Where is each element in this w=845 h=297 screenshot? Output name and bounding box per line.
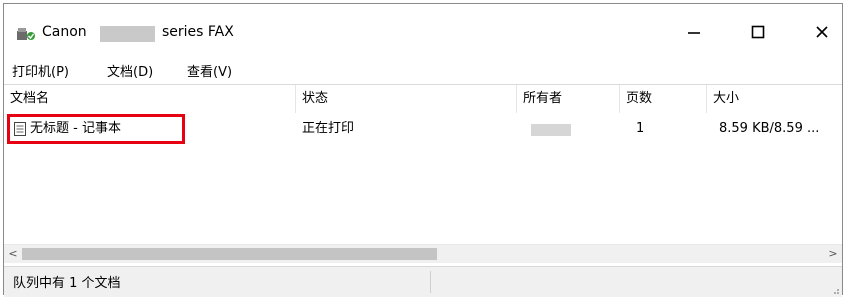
- resize-grip-icon[interactable]: [830, 285, 840, 295]
- column-header-size[interactable]: 大小: [707, 85, 842, 113]
- document-size: 8.59 KB/8.59 ...: [719, 121, 820, 136]
- status-divider: [430, 271, 431, 293]
- redacted-model-name: [100, 26, 155, 42]
- column-header-document-name[interactable]: 文档名: [4, 85, 296, 113]
- table-row[interactable]: 无标题 - 记事本 正在打印 1 8.59 KB/8.59 ...: [4, 114, 842, 144]
- maximize-button[interactable]: [735, 12, 781, 52]
- status-bar: 队列中有 1 个文档: [4, 266, 842, 297]
- horizontal-scrollbar[interactable]: < >: [4, 244, 842, 263]
- printer-queue-window: Canon series FAX 打印机(P) 文档(D) 查看(V) 文档名 …: [3, 3, 843, 297]
- document-list: 文档名 状态 所有者 页数 大小 无标题 - 记事本 正在打印 1 8.59 K…: [4, 84, 842, 263]
- column-header-pages[interactable]: 页数: [620, 85, 707, 113]
- maximize-icon: [751, 25, 765, 39]
- document-pages: 1: [636, 121, 645, 136]
- column-header-status[interactable]: 状态: [296, 85, 517, 113]
- column-header-owner[interactable]: 所有者: [517, 85, 620, 113]
- minimize-button[interactable]: [671, 12, 717, 52]
- queue-count-text: 队列中有 1 个文档: [13, 276, 121, 291]
- window-title-suffix: series FAX: [162, 24, 234, 40]
- notepad-document-icon: [14, 122, 26, 136]
- close-icon: [816, 26, 828, 38]
- close-button[interactable]: [799, 12, 845, 52]
- redacted-owner: [531, 124, 571, 136]
- scroll-left-arrow[interactable]: <: [4, 246, 22, 262]
- window-title-prefix: Canon: [42, 24, 87, 40]
- menu-document[interactable]: 文档(D): [107, 61, 153, 80]
- fax-printer-icon: [17, 28, 35, 40]
- menu-view[interactable]: 查看(V): [187, 61, 232, 80]
- scroll-right-arrow[interactable]: >: [824, 246, 842, 262]
- menu-bar: 打印机(P) 文档(D) 查看(V): [4, 58, 842, 84]
- minimize-icon: [688, 32, 700, 34]
- document-status: 正在打印: [302, 121, 355, 136]
- title-bar: Canon series FAX: [4, 4, 842, 58]
- menu-printer[interactable]: 打印机(P): [12, 61, 69, 80]
- document-name: 无标题 - 记事本: [30, 121, 121, 136]
- scroll-thumb[interactable]: [22, 248, 437, 260]
